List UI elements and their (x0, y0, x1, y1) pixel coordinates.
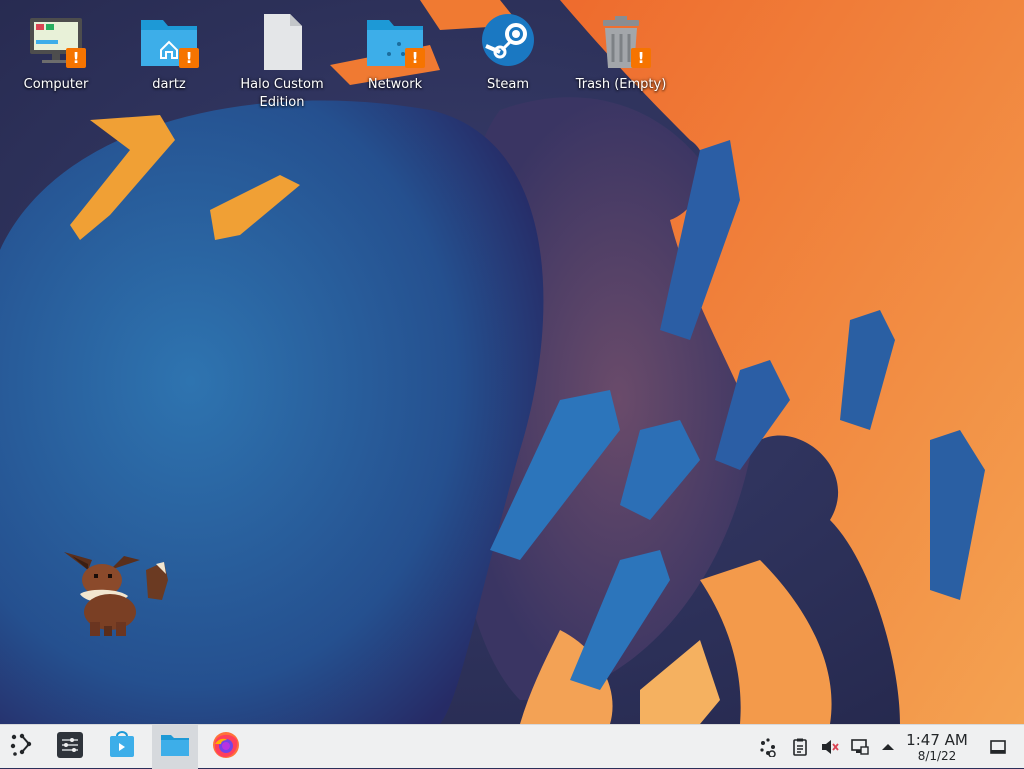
task-discover[interactable] (100, 725, 144, 769)
eevee-desktop-pet[interactable] (58, 540, 174, 650)
network-tray[interactable] (850, 737, 870, 757)
kde-launcher-icon (9, 732, 35, 762)
desktop-icon-label: Halo Custom Edition (240, 77, 324, 110)
show-hidden-icons-button[interactable] (878, 737, 898, 757)
desktop-icon-label: Steam (487, 77, 529, 92)
desktop-icon-halo-custom-edition[interactable]: Halo Custom Edition (232, 4, 332, 112)
warning-badge: ! (631, 48, 651, 68)
desktop-icon-network[interactable]: ! Network (345, 4, 445, 94)
warning-badge: ! (405, 48, 425, 68)
application-launcher-button[interactable] (2, 725, 42, 769)
steam-icon (476, 14, 540, 78)
clock-date: 8/1/22 (917, 749, 957, 763)
kde-connect-tray[interactable] (758, 737, 778, 758)
desktop-icon-label: Computer (23, 77, 89, 92)
dolphin-icon (160, 732, 190, 762)
volume-muted-icon (820, 740, 840, 761)
clipboard-icon (790, 738, 810, 761)
file-icon (250, 14, 314, 78)
desktop-icon-label: Trash (Empty) (575, 77, 667, 92)
warning-badge: ! (66, 48, 86, 68)
clipboard-tray[interactable] (790, 737, 810, 757)
discover-icon (108, 731, 136, 763)
task-dolphin[interactable] (152, 725, 198, 769)
desktop-icon-trash[interactable]: ! Trash (Empty) (571, 4, 671, 94)
taskbar: 1:47 AM 8/1/22 (0, 724, 1024, 769)
show-desktop-button[interactable] (988, 737, 1008, 757)
firefox-icon (211, 730, 241, 764)
task-system-settings[interactable] (48, 725, 92, 769)
desktop-icon-steam[interactable]: Steam (458, 4, 558, 94)
desktop-icon-label: dartz (152, 77, 186, 92)
network-wired-icon (850, 739, 870, 761)
expand-tray-icon (878, 742, 898, 761)
volume-tray[interactable] (820, 737, 840, 757)
desktop-icon-label: Network (367, 77, 423, 92)
desktop-icon-computer[interactable]: ! Computer (6, 4, 106, 94)
system-settings-icon (56, 731, 84, 763)
warning-badge: ! (179, 48, 199, 68)
task-firefox[interactable] (204, 725, 248, 769)
digital-clock[interactable]: 1:47 AM 8/1/22 (900, 731, 974, 763)
clock-time: 1:47 AM (906, 731, 968, 749)
desktop-icon-dartz[interactable]: ! dartz (119, 4, 219, 94)
show-desktop-icon (988, 740, 1008, 761)
kde-connect-icon (758, 738, 778, 761)
